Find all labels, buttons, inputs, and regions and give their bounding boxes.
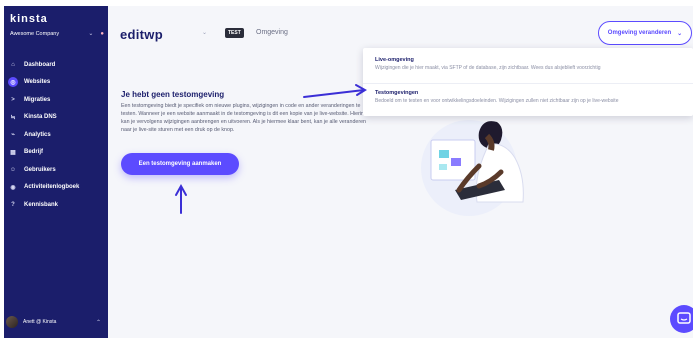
annotation-arrows — [175, 84, 367, 214]
chat-button[interactable] — [670, 305, 693, 333]
arrow-icon — [303, 84, 367, 98]
arrow-up-icon — [175, 183, 187, 214]
chat-icon — [677, 312, 691, 324]
app-frame: KINSTa Awesome Company ⌄ ● ⌂ Dashboard ◎… — [4, 6, 693, 338]
